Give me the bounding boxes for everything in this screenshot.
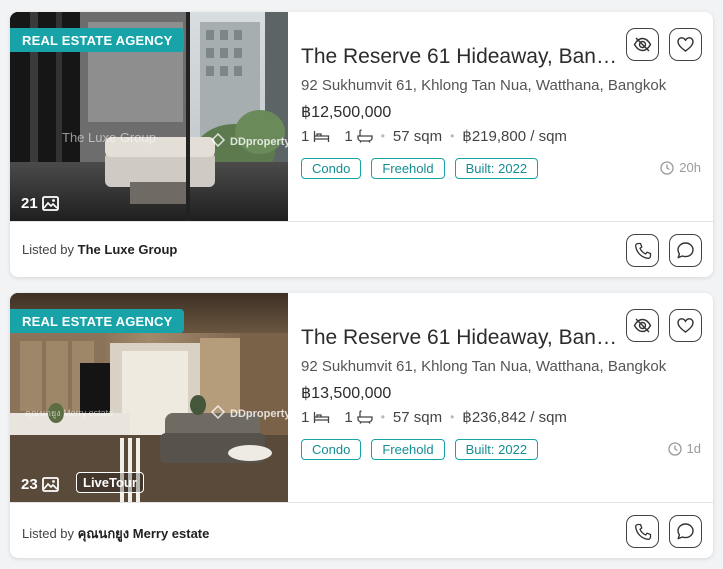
agent-name[interactable]: The Luxe Group [78, 242, 178, 257]
listing-title[interactable]: The Reserve 61 Hideaway, Bangkok [301, 45, 626, 69]
listed-by-prefix: Listed by [22, 526, 75, 541]
bathtub-icon [357, 129, 373, 143]
tag-tenure: Freehold [371, 158, 445, 179]
heart-icon [677, 318, 694, 333]
tag-built-year: Built: 2022 [454, 158, 539, 179]
clock-icon [667, 441, 682, 456]
listing-title[interactable]: The Reserve 61 Hideaway, Bangkok [301, 326, 626, 350]
chat-agent-button[interactable] [669, 515, 702, 548]
listing-card[interactable]: The Luxe Group DDproperty REAL ESTATE AG… [10, 12, 713, 277]
beds-count: 1 [301, 408, 310, 426]
image-icon [41, 196, 59, 211]
tag-property-type: Condo [301, 158, 362, 179]
chat-agent-button[interactable] [669, 234, 702, 267]
eye-icon [633, 318, 652, 333]
listing-photo[interactable]: The Luxe Group DDproperty REAL ESTATE AG… [10, 12, 288, 221]
phone-icon [634, 523, 651, 540]
listing-card[interactable]: คุณนกยูง Merry estate DDproperty REAL ES… [10, 293, 713, 558]
listing-price: ฿13,500,000 [301, 385, 392, 402]
price-per-sqm: ฿236,842 / sqm [462, 409, 567, 426]
photo-count-number: 21 [21, 195, 38, 212]
bed-icon [314, 130, 330, 142]
hide-listing-button[interactable] [626, 28, 659, 61]
baths-count: 1 [344, 127, 353, 145]
listed-by: Listed by The Luxe Group [22, 242, 177, 257]
clock-icon [660, 160, 674, 175]
photo-brand: DDproperty [230, 136, 288, 148]
bed-icon [314, 411, 330, 423]
card-divider [10, 502, 713, 503]
area: 57 sqm [392, 408, 443, 426]
photo-count[interactable]: 21 [21, 195, 59, 212]
posted-time: 1d [667, 441, 701, 456]
posted-time: 20h [660, 160, 701, 175]
card-divider [10, 221, 713, 222]
hide-listing-button[interactable] [626, 309, 659, 342]
photo-watermark: คุณนกยูง Merry estate [25, 408, 113, 419]
baths-count: 1 [344, 408, 353, 426]
call-agent-button[interactable] [626, 515, 659, 548]
baths: 1 [344, 127, 373, 145]
tag-list: Condo Freehold Built: 2022 [301, 439, 539, 460]
price-per-sqm: ฿219,800 / sqm [462, 128, 567, 145]
agency-badge: REAL ESTATE AGENCY [10, 309, 185, 333]
tag-list: Condo Freehold Built: 2022 [301, 158, 539, 179]
tag-property-type: Condo [301, 439, 362, 460]
posted-time-label: 1d [686, 441, 701, 456]
listing-photo[interactable]: คุณนกยูง Merry estate DDproperty REAL ES… [10, 293, 288, 502]
favorite-button[interactable] [669, 309, 702, 342]
bathtub-icon [357, 410, 373, 424]
area: 57 sqm [392, 127, 443, 145]
live-tour-badge[interactable]: LiveTour [76, 472, 144, 493]
call-agent-button[interactable] [626, 234, 659, 267]
eye-icon [633, 37, 652, 52]
listing-specs: 1 1 • 57 sqm • ฿236,842 / sqm [301, 408, 567, 427]
agent-name[interactable]: คุณนกยูง Merry estate [78, 526, 210, 541]
posted-time-label: 20h [679, 160, 701, 175]
agency-badge: REAL ESTATE AGENCY [10, 28, 185, 52]
image-icon [41, 477, 59, 492]
photo-count-number: 23 [21, 476, 38, 493]
baths: 1 [344, 408, 373, 426]
photo-count[interactable]: 23 [21, 476, 59, 493]
beds: 1 [301, 409, 330, 426]
photo-watermark: The Luxe Group [62, 130, 156, 145]
tag-built-year: Built: 2022 [454, 439, 539, 460]
listing-price: ฿12,500,000 [301, 104, 392, 121]
listing-specs: 1 1 • 57 sqm • ฿219,800 / sqm [301, 127, 567, 146]
photo-brand: DDproperty [230, 408, 288, 420]
listed-by: Listed by คุณนกยูง Merry estate [22, 523, 209, 544]
listing-address: 92 Sukhumvit 61, Khlong Tan Nua, Watthan… [301, 77, 667, 94]
chat-bubble-icon [677, 242, 694, 259]
chat-bubble-icon [677, 523, 694, 540]
beds: 1 [301, 128, 330, 145]
beds-count: 1 [301, 127, 310, 145]
heart-icon [677, 37, 694, 52]
listed-by-prefix: Listed by [22, 242, 75, 257]
favorite-button[interactable] [669, 28, 702, 61]
tag-tenure: Freehold [371, 439, 445, 460]
phone-icon [634, 242, 651, 259]
listing-address: 92 Sukhumvit 61, Khlong Tan Nua, Watthan… [301, 358, 667, 375]
